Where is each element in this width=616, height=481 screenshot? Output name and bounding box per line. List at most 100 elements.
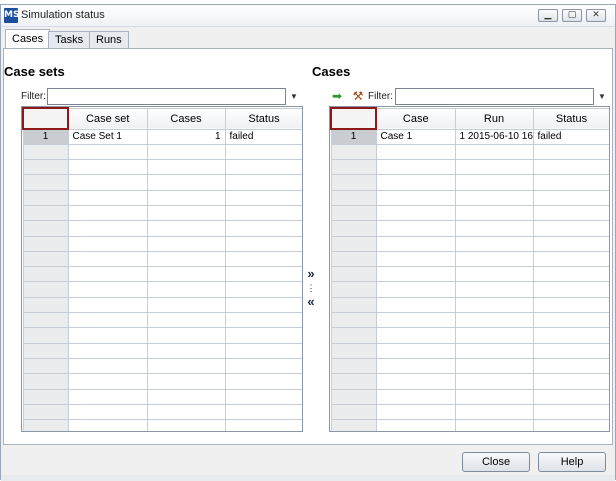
status-cell[interactable]: failed — [532, 128, 609, 145]
empty-cell — [330, 419, 377, 431]
empty-cell — [224, 312, 302, 329]
tab-tasks[interactable]: Tasks — [48, 31, 91, 49]
empty-cell — [146, 327, 226, 344]
empty-cell — [224, 419, 302, 431]
empty-row — [22, 419, 302, 431]
empty-row — [22, 281, 302, 298]
empty-cell — [67, 174, 148, 191]
empty-row — [22, 312, 302, 329]
case-sets-filter-input[interactable] — [47, 88, 286, 105]
column-header-run[interactable]: Run — [454, 107, 534, 130]
empty-cell — [224, 266, 302, 283]
empty-cell — [375, 342, 456, 359]
empty-cell — [532, 296, 609, 314]
empty-cell — [67, 373, 148, 390]
maximize-button[interactable]: ▢ — [562, 9, 582, 22]
empty-cell — [224, 143, 302, 161]
empty-cell — [146, 174, 226, 191]
green-arrow-icon[interactable]: ➡ — [329, 88, 345, 105]
empty-cell — [330, 357, 377, 375]
cases-header-row: Case Run Status — [330, 107, 609, 130]
empty-row — [330, 220, 609, 237]
column-header-status[interactable]: Status — [532, 107, 609, 130]
column-header-case-set[interactable]: Case set — [67, 107, 148, 130]
run-cell[interactable]: 1 2015-06-10 16: — [454, 128, 534, 145]
empty-cell — [532, 235, 609, 252]
column-header-case[interactable]: Case — [375, 107, 456, 130]
empty-cell — [330, 235, 377, 252]
chevron-down-icon[interactable]: ▼ — [286, 88, 302, 105]
empty-cell — [330, 204, 377, 222]
tab-runs[interactable]: Runs — [89, 31, 129, 49]
cases-filter-row: Filter: ▼ — [366, 88, 610, 106]
empty-cell — [22, 357, 69, 375]
empty-cell — [454, 419, 534, 431]
empty-cell — [532, 281, 609, 298]
remove-from-cases-button[interactable]: « — [305, 295, 317, 309]
empty-cell — [146, 296, 226, 314]
hammer-icon[interactable]: ⚒ — [350, 88, 366, 105]
splitter-handle[interactable]: ⋮ — [305, 281, 317, 295]
empty-cell — [532, 266, 609, 283]
empty-row — [330, 143, 609, 161]
column-header-cases[interactable]: Cases — [146, 107, 226, 130]
tab-cases[interactable]: Cases — [5, 29, 51, 49]
case-cell[interactable]: Case 1 — [375, 128, 456, 145]
app-icon: MS — [4, 8, 19, 23]
empty-cell — [146, 388, 226, 405]
select-all-corner[interactable] — [22, 107, 69, 130]
empty-row — [22, 388, 302, 405]
empty-cell — [22, 327, 69, 344]
empty-row — [330, 373, 609, 390]
empty-cell — [454, 281, 534, 298]
empty-cell — [454, 235, 534, 252]
cases-count-cell[interactable]: 1 — [146, 128, 226, 145]
empty-cell — [532, 403, 609, 421]
empty-cell — [22, 235, 69, 252]
case-sets-title: Case sets — [4, 64, 65, 79]
close-window-button[interactable]: ✕ — [586, 9, 606, 22]
empty-cell — [454, 342, 534, 359]
empty-row — [330, 312, 609, 329]
empty-cell — [375, 373, 456, 390]
empty-row — [22, 266, 302, 283]
empty-row — [330, 296, 609, 314]
row-number[interactable]: 1 — [330, 128, 377, 145]
empty-cell — [454, 220, 534, 237]
minimize-button[interactable]: ▁ — [538, 9, 558, 22]
case-set-cell[interactable]: Case Set 1 — [67, 128, 148, 145]
cases-filter-input[interactable] — [395, 88, 594, 105]
empty-cell — [224, 373, 302, 390]
case-sets-grid: Case set Cases Status 1 Case Set 1 1 fai… — [21, 106, 303, 432]
empty-cell — [330, 189, 377, 206]
empty-row — [22, 373, 302, 390]
table-row[interactable]: 1 Case 1 1 2015-06-10 16: failed — [330, 128, 609, 145]
empty-cell — [146, 373, 226, 390]
empty-cell — [224, 235, 302, 252]
empty-cell — [375, 204, 456, 222]
empty-cell — [454, 388, 534, 405]
help-button[interactable]: Help — [538, 452, 606, 472]
empty-row — [22, 327, 302, 344]
chevron-down-icon[interactable]: ▼ — [594, 88, 610, 105]
empty-cell — [22, 143, 69, 161]
empty-cell — [375, 388, 456, 405]
select-all-corner[interactable] — [330, 107, 377, 130]
case-sets-header-row: Case set Cases Status — [22, 107, 302, 130]
add-to-cases-button[interactable]: » — [305, 267, 317, 281]
empty-cell — [532, 342, 609, 359]
empty-cell — [532, 174, 609, 191]
empty-cell — [67, 159, 148, 176]
empty-cell — [146, 281, 226, 298]
empty-cell — [22, 204, 69, 222]
empty-cell — [532, 250, 609, 268]
column-header-status[interactable]: Status — [224, 107, 302, 130]
empty-cell — [22, 312, 69, 329]
empty-cell — [375, 220, 456, 237]
empty-cell — [67, 357, 148, 375]
table-row[interactable]: 1 Case Set 1 1 failed — [22, 128, 302, 145]
empty-cell — [375, 312, 456, 329]
row-number[interactable]: 1 — [22, 128, 69, 145]
close-button[interactable]: Close — [462, 452, 530, 472]
status-cell[interactable]: failed — [224, 128, 302, 145]
